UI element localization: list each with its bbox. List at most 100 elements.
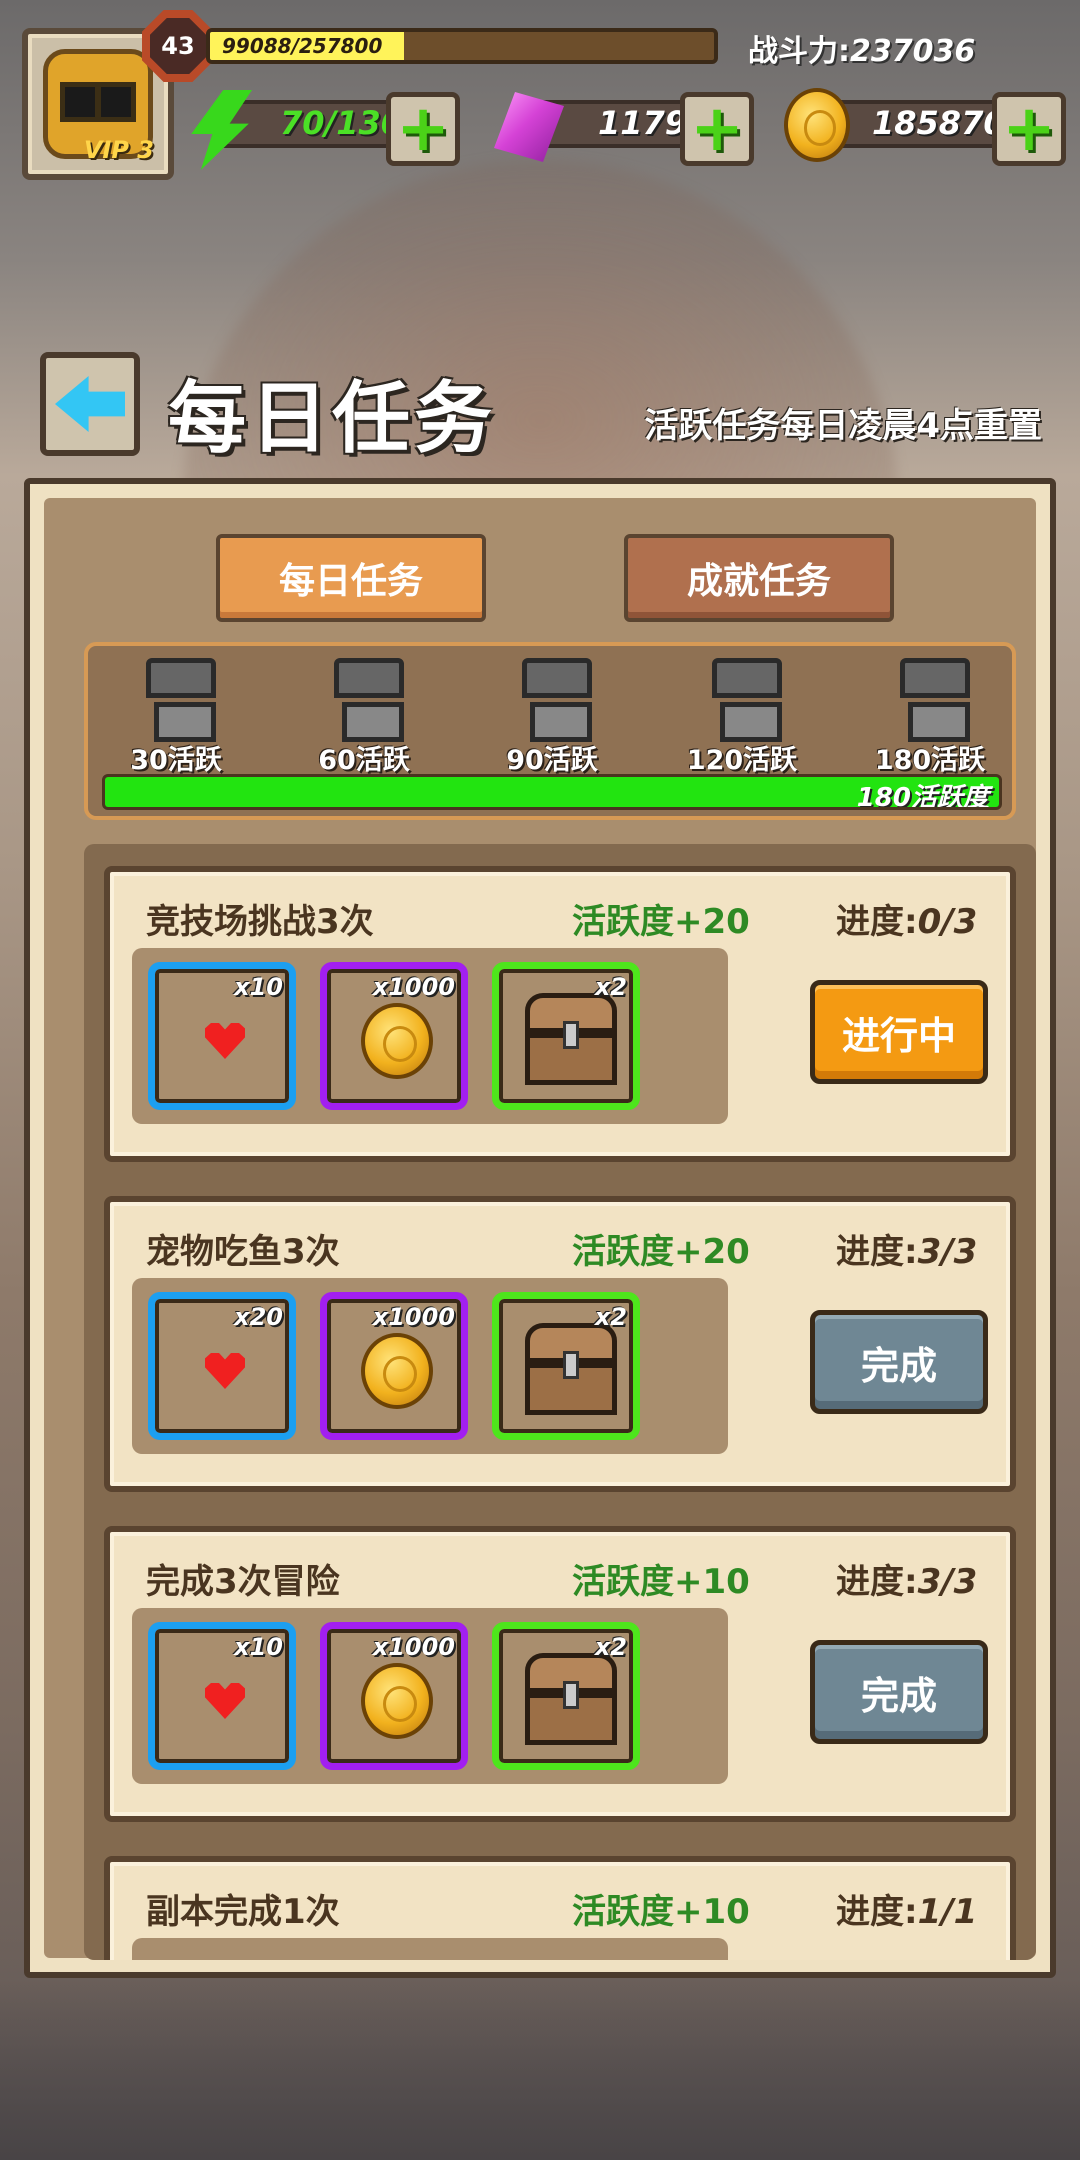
reward-quantity: x20 bbox=[234, 1303, 283, 1331]
task-points: 活跃度+10 bbox=[572, 1562, 750, 1602]
task-name: 副本完成1次 bbox=[146, 1892, 340, 1932]
xp-bar: 99088/257800 bbox=[206, 28, 718, 64]
gold-coin-icon bbox=[784, 88, 850, 162]
chest-icon bbox=[712, 658, 782, 742]
tab-daily-tasks[interactable]: 每日任务 bbox=[216, 534, 486, 622]
task-card: 完成3次冒险 活跃度+10 进度:3/3 x10 x1000 x2 完成 bbox=[104, 1526, 1016, 1822]
energy-value: 70/130 bbox=[280, 104, 404, 142]
reward-tray: x10 x1000 x2 bbox=[132, 1608, 728, 1784]
panel-inner: 每日任务 成就任务 30活跃 60活跃 90活跃 120活跃 180活跃 180… bbox=[44, 498, 1036, 1960]
in-progress-button[interactable]: 进行中 bbox=[810, 980, 988, 1084]
task-card: 竞技场挑战3次 活跃度+20 进度:0/3 x10 x1000 x2 进行中 bbox=[104, 866, 1016, 1162]
gold-value: 185870 bbox=[872, 104, 1006, 142]
plus-icon: + bbox=[690, 92, 744, 166]
activity-milestones: 30活跃 60活跃 90活跃 120活跃 180活跃 180活跃度 bbox=[84, 642, 1016, 820]
reward-hearts[interactable]: x10 bbox=[148, 1622, 296, 1770]
milestone-label: 120活跃 bbox=[686, 745, 798, 776]
chest-icon bbox=[146, 658, 216, 742]
vip-label: VIP 3 bbox=[83, 136, 154, 164]
task-progress-value: 3/3 bbox=[917, 1232, 978, 1272]
milestone-chest-120[interactable]: 120活跃 bbox=[672, 654, 812, 776]
milestone-chest-180[interactable]: 180活跃 bbox=[860, 654, 1000, 776]
task-progress: 进度:0/3 bbox=[836, 894, 977, 943]
reward-quantity: x1000 bbox=[372, 1633, 455, 1661]
milestone-label: 180活跃 bbox=[874, 745, 986, 776]
reward-chest[interactable]: x2 bbox=[492, 1622, 640, 1770]
reward-tray bbox=[132, 1938, 728, 1960]
reward-quantity: x2 bbox=[594, 1303, 627, 1331]
task-panel: 每日任务 成就任务 30活跃 60活跃 90活跃 120活跃 180活跃 180… bbox=[24, 478, 1056, 1978]
task-name: 宠物吃鱼3次 bbox=[146, 1232, 340, 1272]
plus-icon: + bbox=[396, 92, 450, 166]
task-progress: 进度:3/3 bbox=[836, 1554, 977, 1603]
treasure-chest-icon bbox=[525, 1653, 617, 1745]
add-gold-button[interactable]: + bbox=[992, 92, 1066, 166]
reward-chest[interactable]: x2 bbox=[492, 1292, 640, 1440]
page-title: 每日任务 bbox=[168, 374, 497, 464]
task-progress-label: 进度: bbox=[836, 1232, 918, 1272]
heart-icon bbox=[205, 1683, 245, 1719]
reward-gold[interactable]: x1000 bbox=[320, 962, 468, 1110]
reward-chest[interactable]: x2 bbox=[492, 962, 640, 1110]
reward-gold[interactable]: x1000 bbox=[320, 1292, 468, 1440]
heart-icon bbox=[205, 1353, 245, 1389]
level-value: 43 bbox=[150, 18, 206, 74]
back-arrow-icon bbox=[55, 376, 125, 432]
milestone-label: 90活跃 bbox=[506, 745, 598, 776]
gem-resource: 1179 + bbox=[494, 92, 764, 166]
milestone-chest-30[interactable]: 30活跃 bbox=[106, 654, 246, 776]
task-points: 活跃度+20 bbox=[572, 902, 750, 942]
reward-tray: x10 x1000 x2 bbox=[132, 948, 728, 1124]
reward-quantity: x2 bbox=[594, 1633, 627, 1661]
reward-quantity: x2 bbox=[594, 973, 627, 1001]
background-shade bbox=[0, 1980, 1080, 2160]
task-progress: 进度:1/1 bbox=[836, 1884, 977, 1933]
task-progress-value: 0/3 bbox=[917, 902, 978, 942]
tab-achievement-tasks[interactable]: 成就任务 bbox=[624, 534, 894, 622]
reward-hearts[interactable]: x10 bbox=[148, 962, 296, 1110]
milestone-label: 60活跃 bbox=[318, 745, 410, 776]
add-gems-button[interactable]: + bbox=[680, 92, 754, 166]
activity-progress-text: 180活跃度 bbox=[856, 783, 989, 810]
task-list[interactable]: 竞技场挑战3次 活跃度+20 进度:0/3 x10 x1000 x2 进行中 宠… bbox=[84, 844, 1036, 1960]
treasure-chest-icon bbox=[525, 1323, 617, 1415]
gold-coin-icon bbox=[361, 1663, 433, 1739]
level-badge: 43 bbox=[142, 10, 214, 82]
milestone-chest-60[interactable]: 60活跃 bbox=[294, 654, 434, 776]
complete-button[interactable]: 完成 bbox=[810, 1310, 988, 1414]
plus-icon: + bbox=[1002, 92, 1056, 166]
task-name: 竞技场挑战3次 bbox=[146, 902, 374, 942]
gold-coin-icon bbox=[361, 1003, 433, 1079]
milestone-label: 30活跃 bbox=[130, 745, 222, 776]
heart-icon bbox=[205, 1023, 245, 1059]
back-button[interactable] bbox=[40, 352, 140, 456]
gold-resource: 185870 + bbox=[784, 88, 1074, 166]
task-progress-value: 3/3 bbox=[917, 1562, 978, 1602]
task-name: 完成3次冒险 bbox=[146, 1562, 340, 1602]
task-progress-label: 进度: bbox=[836, 1562, 918, 1602]
reset-note: 活跃任务每日凌晨4点重置 bbox=[644, 406, 1042, 446]
add-energy-button[interactable]: + bbox=[386, 92, 460, 166]
gem-value: 1179 bbox=[598, 104, 688, 142]
task-points: 活跃度+20 bbox=[572, 1232, 750, 1272]
task-card: 宠物吃鱼3次 活跃度+20 进度:3/3 x20 x1000 x2 完成 bbox=[104, 1196, 1016, 1492]
milestone-chest-90[interactable]: 90活跃 bbox=[482, 654, 622, 776]
reward-quantity: x10 bbox=[234, 1633, 283, 1661]
task-progress-label: 进度: bbox=[836, 1892, 918, 1932]
task-progress-value: 1/1 bbox=[917, 1892, 978, 1932]
chest-icon bbox=[334, 658, 404, 742]
xp-text: 99088/257800 bbox=[222, 34, 383, 58]
activity-progress-bar: 180活跃度 bbox=[102, 774, 1002, 810]
reward-hearts[interactable]: x20 bbox=[148, 1292, 296, 1440]
gold-coin-icon bbox=[361, 1333, 433, 1409]
reward-gold[interactable]: x1000 bbox=[320, 1622, 468, 1770]
chest-icon bbox=[900, 658, 970, 742]
complete-button[interactable]: 完成 bbox=[810, 1640, 988, 1744]
reward-tray: x20 x1000 x2 bbox=[132, 1278, 728, 1454]
task-points: 活跃度+10 bbox=[572, 1892, 750, 1932]
task-card: 副本完成1次 活跃度+10 进度:1/1 bbox=[104, 1856, 1016, 1960]
combat-power-label: 战斗力: bbox=[748, 34, 850, 69]
task-progress: 进度:3/3 bbox=[836, 1224, 977, 1273]
reward-quantity: x1000 bbox=[372, 973, 455, 1001]
combat-power: 战斗力:237036 bbox=[748, 26, 975, 70]
